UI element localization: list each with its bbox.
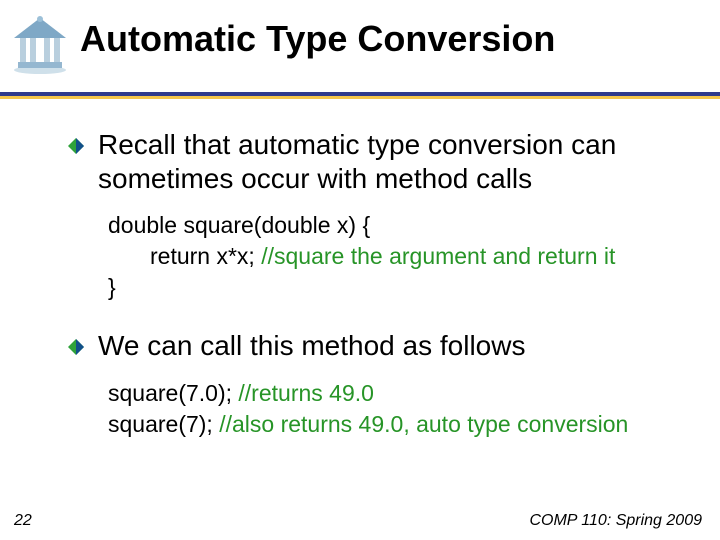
code-line: square(7); //also returns 49.0, auto typ… bbox=[108, 409, 690, 440]
diamond-bullet-icon bbox=[68, 339, 84, 360]
code-text: square(7.0); bbox=[108, 380, 238, 406]
title-underline bbox=[0, 92, 720, 102]
code-text: double square(double x) { bbox=[108, 212, 370, 238]
course-label: COMP 110: Spring 2009 bbox=[529, 512, 702, 530]
unc-old-well-icon bbox=[8, 12, 72, 76]
bullet-text: We can call this method as follows bbox=[98, 329, 525, 363]
slide-title: Automatic Type Conversion bbox=[80, 18, 555, 60]
code-text: } bbox=[108, 274, 116, 300]
slide-header: Automatic Type Conversion bbox=[0, 0, 720, 96]
page-number: 22 bbox=[14, 512, 32, 530]
code-comment: //also returns 49.0, auto type conversio… bbox=[219, 411, 628, 437]
code-comment: //returns 49.0 bbox=[238, 380, 374, 406]
diamond-bullet-icon bbox=[68, 138, 84, 159]
code-line: return x*x; //square the argument and re… bbox=[108, 241, 690, 272]
code-text: square(7); bbox=[108, 411, 219, 437]
code-block-1: double square(double x) { return x*x; //… bbox=[108, 210, 690, 303]
bullet-item-1: Recall that automatic type conversion ca… bbox=[68, 128, 690, 196]
code-line: } bbox=[108, 272, 690, 303]
slide-content: Recall that automatic type conversion ca… bbox=[68, 128, 690, 466]
code-comment: //square the argument and return it bbox=[261, 243, 615, 269]
bullet-item-2: We can call this method as follows bbox=[68, 329, 690, 363]
code-line: square(7.0); //returns 49.0 bbox=[108, 378, 690, 409]
code-line: double square(double x) { bbox=[108, 210, 690, 241]
bullet-text: Recall that automatic type conversion ca… bbox=[98, 128, 690, 196]
code-block-2: square(7.0); //returns 49.0 square(7); /… bbox=[108, 378, 690, 440]
code-text: return x*x; bbox=[150, 243, 261, 269]
slide: Automatic Type Conversion Recall that au… bbox=[0, 0, 720, 540]
